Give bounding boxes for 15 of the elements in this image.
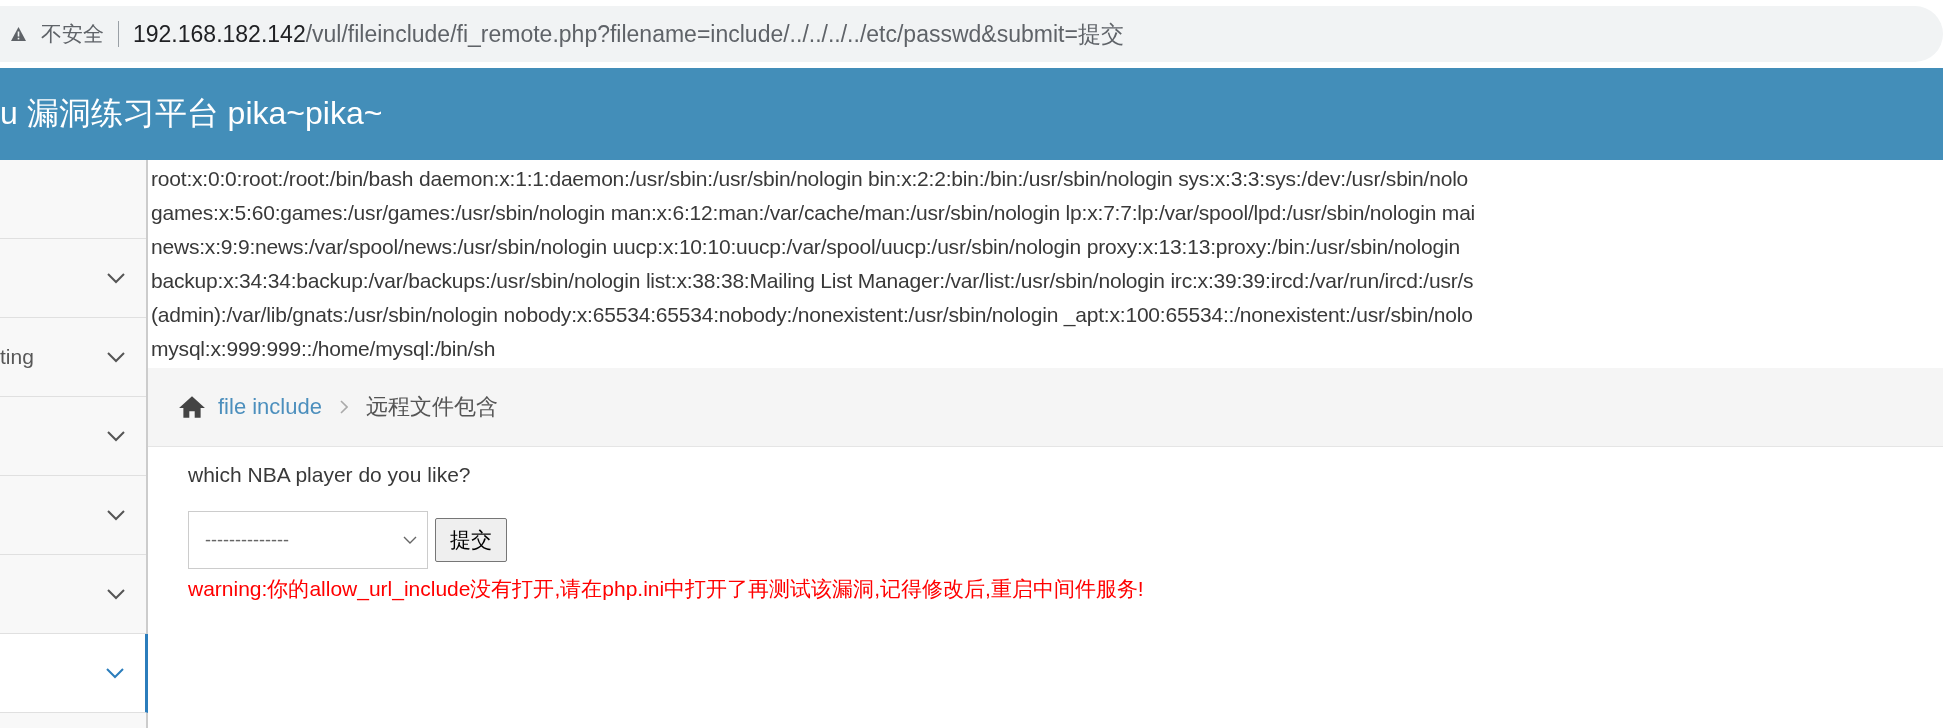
url-text[interactable]: 192.168.182.142/vul/fileinclude/fi_remote.php?filename=include/../../../../etc/passwd&submit=提交 bbox=[133, 18, 1124, 50]
passwd-line: backup:x:34:34:backup:/var/backups:/usr/sbin/nologin list:x:38:38:Mailing List Manager:/var/list:/usr/sbin/nologin irc:x:39:39:ircd:/var/run/ircd:/usr/s bbox=[151, 268, 1475, 294]
site-title: u 漏洞练习平台 pika~pika~ bbox=[0, 94, 383, 133]
question-text: which NBA player do you like? bbox=[188, 463, 472, 487]
passwd-line: (admin):/var/lib/gnats:/usr/sbin/nologin nobody:x:65534:65534:nobody:/nonexistent:/usr/sbin/nologin _apt:x:100:65534::/nonexistent:/usr/sbin/nolo bbox=[151, 302, 1474, 329]
passwd-line: mysql:x:999:999::/home/mysql:/bin/sh bbox=[151, 336, 497, 362]
passwd-line: root:x:0:0:root:/root:/bin/bash daemon:x:1:1:daemon:/usr/sbin:/usr/sbin/nologin bin:x:2:2:bin:/bin:/usr/sbin/nologin sys:x:3:3:sys:/dev:/usr/sbin/nolo bbox=[151, 166, 1470, 192]
passwd-line: games:x:5:60:games:/usr/games:/usr/sbin/nologin man:x:6:12:man:/var/cache/man:/usr/sbin/nologin lp:x:7:7:lp:/var/spool/lpd:/usr/sbin/nologin mai bbox=[151, 200, 1477, 226]
breadcrumb-current: 远程文件包含 bbox=[365, 393, 498, 421]
passwd-line: news:x:9:9:news:/var/spool/news:/usr/sbin/nologin uucp:x:10:10:uucp:/var/spool/uucp:/usr/sbin/nologin proxy:x:13:13:proxy:/bin:/usr/sbin/nologin bbox=[151, 234, 1461, 260]
player-select[interactable]: -------------- bbox=[188, 511, 428, 569]
sidebar-item[interactable]: ting bbox=[0, 318, 146, 397]
warning-text: warning:你的allow_url_include没有打开,请在php.ini中打开了再测试该漏洞,记得修改后,重启中间件服务! bbox=[188, 576, 1145, 603]
submit-button[interactable]: 提交 bbox=[435, 518, 507, 562]
security-label[interactable]: 不安全 bbox=[41, 20, 104, 48]
